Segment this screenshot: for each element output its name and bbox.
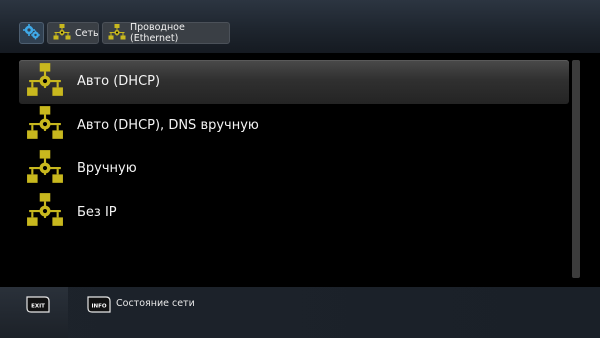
network-icon: [53, 23, 71, 43]
network-icon: [26, 106, 64, 144]
list-item-label: Авто (DHCP): [77, 74, 161, 90]
list-item-manual[interactable]: Вручную: [19, 147, 569, 191]
list-item-no-ip[interactable]: Без IP: [19, 191, 569, 235]
network-icon: [26, 193, 64, 231]
info-key-button[interactable]: INFO: [86, 296, 112, 318]
ip-mode-list: Авто (DHCP) Авто (DHCP), DNS вручную Вру…: [19, 60, 569, 234]
network-icon: [26, 149, 64, 188]
list-item-label: Вручную: [77, 161, 137, 177]
exit-key-label: EXIT: [31, 304, 45, 310]
info-key-label: INFO: [91, 304, 106, 310]
list-item-label: Авто (DHCP), DNS вручную: [77, 117, 259, 133]
breadcrumb-wired-ethernet[interactable]: Проводное (Ethernet): [102, 22, 230, 44]
settings-gears-icon: [22, 23, 41, 43]
breadcrumb-wired-label: Проводное (Ethernet): [130, 22, 185, 44]
exit-key-button[interactable]: EXIT: [25, 296, 51, 318]
list-item-label: Без IP: [77, 204, 117, 220]
breadcrumb-network[interactable]: Сеть: [47, 22, 99, 44]
breadcrumb-network-label: Сеть: [75, 27, 99, 39]
list-item-auto-dhcp-manual-dns[interactable]: Авто (DHCP), DNS вручную: [19, 104, 569, 148]
scrollbar[interactable]: [572, 60, 580, 278]
list-item-auto-dhcp[interactable]: Авто (DHCP): [19, 60, 569, 104]
network-icon: [108, 23, 126, 43]
bottom-bar: EXIT INFO Состояние сети: [0, 287, 600, 338]
breadcrumb-settings[interactable]: [19, 22, 44, 44]
top-bar: Сеть Проводное (Ethernet): [0, 0, 600, 53]
network-status-label: Состояние сети: [116, 298, 195, 309]
exit-panel: EXIT: [0, 287, 68, 338]
network-icon: [26, 62, 64, 101]
